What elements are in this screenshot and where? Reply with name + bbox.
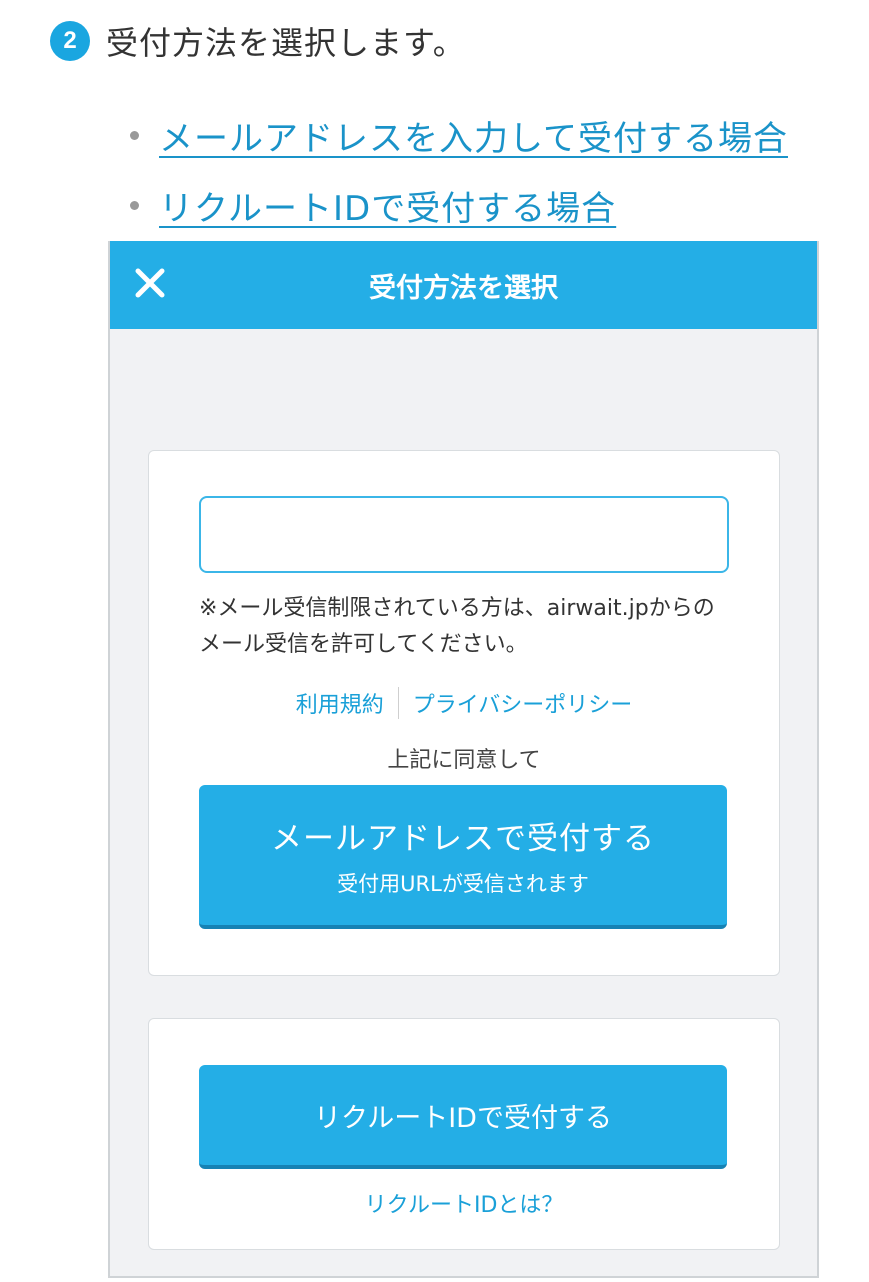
anchor-link-list: メールアドレスを入力して受付する場合 リクルートIDで受付する場合 <box>130 100 788 240</box>
page-title: 受付方法を選択 <box>369 272 558 304</box>
agree-text: 上記に同意して <box>387 748 541 773</box>
terms-link[interactable]: 利用規約 <box>296 687 384 719</box>
email-button-label: メールアドレスで受付する <box>271 821 655 857</box>
close-icon[interactable] <box>132 265 172 305</box>
email-field[interactable] <box>199 496 729 573</box>
list-item: メールアドレスを入力して受付する場合 <box>130 100 788 170</box>
divider <box>397 687 399 719</box>
step-heading: 2 受付方法を選択します。 <box>50 18 466 64</box>
email-method-link[interactable]: メールアドレスを入力して受付する場合 <box>159 111 788 160</box>
notice-line-2: メール受信を許可してください。 <box>199 632 528 657</box>
phone-screen: 受付方法を選択 ※メール受信制限されている方は、airwait.jpからの メー… <box>108 241 819 1278</box>
recruit-id-button[interactable]: リクルートIDで受付する <box>199 1065 727 1169</box>
bullet-icon <box>130 130 139 140</box>
recruit-id-help-link[interactable]: リクルートIDとは？ <box>149 1187 779 1219</box>
mail-notice: ※メール受信制限されている方は、airwait.jpからの メール受信を許可して… <box>199 591 739 663</box>
email-submit-button[interactable]: メールアドレスで受付する 受付用URLが受信されます <box>199 785 727 929</box>
step-text: 受付方法を選択します。 <box>106 24 466 62</box>
bullet-icon <box>130 200 139 210</box>
modal-header: 受付方法を選択 <box>110 241 817 329</box>
email-card: ※メール受信制限されている方は、airwait.jpからの メール受信を許可して… <box>148 450 780 976</box>
recruit-method-link[interactable]: リクルートIDで受付する場合 <box>159 181 616 230</box>
recruit-card: リクルートIDで受付する リクルートIDとは？ <box>148 1018 780 1250</box>
policy-links: 利用規約 プライバシーポリシー <box>149 687 779 719</box>
step-number-badge: 2 <box>50 21 90 61</box>
notice-line-1: ※メール受信制限されている方は、airwait.jpからの <box>199 596 715 621</box>
email-button-sublabel: 受付用URLが受信されます <box>337 872 589 896</box>
privacy-policy-link[interactable]: プライバシーポリシー <box>413 687 633 719</box>
list-item: リクルートIDで受付する場合 <box>130 170 788 240</box>
